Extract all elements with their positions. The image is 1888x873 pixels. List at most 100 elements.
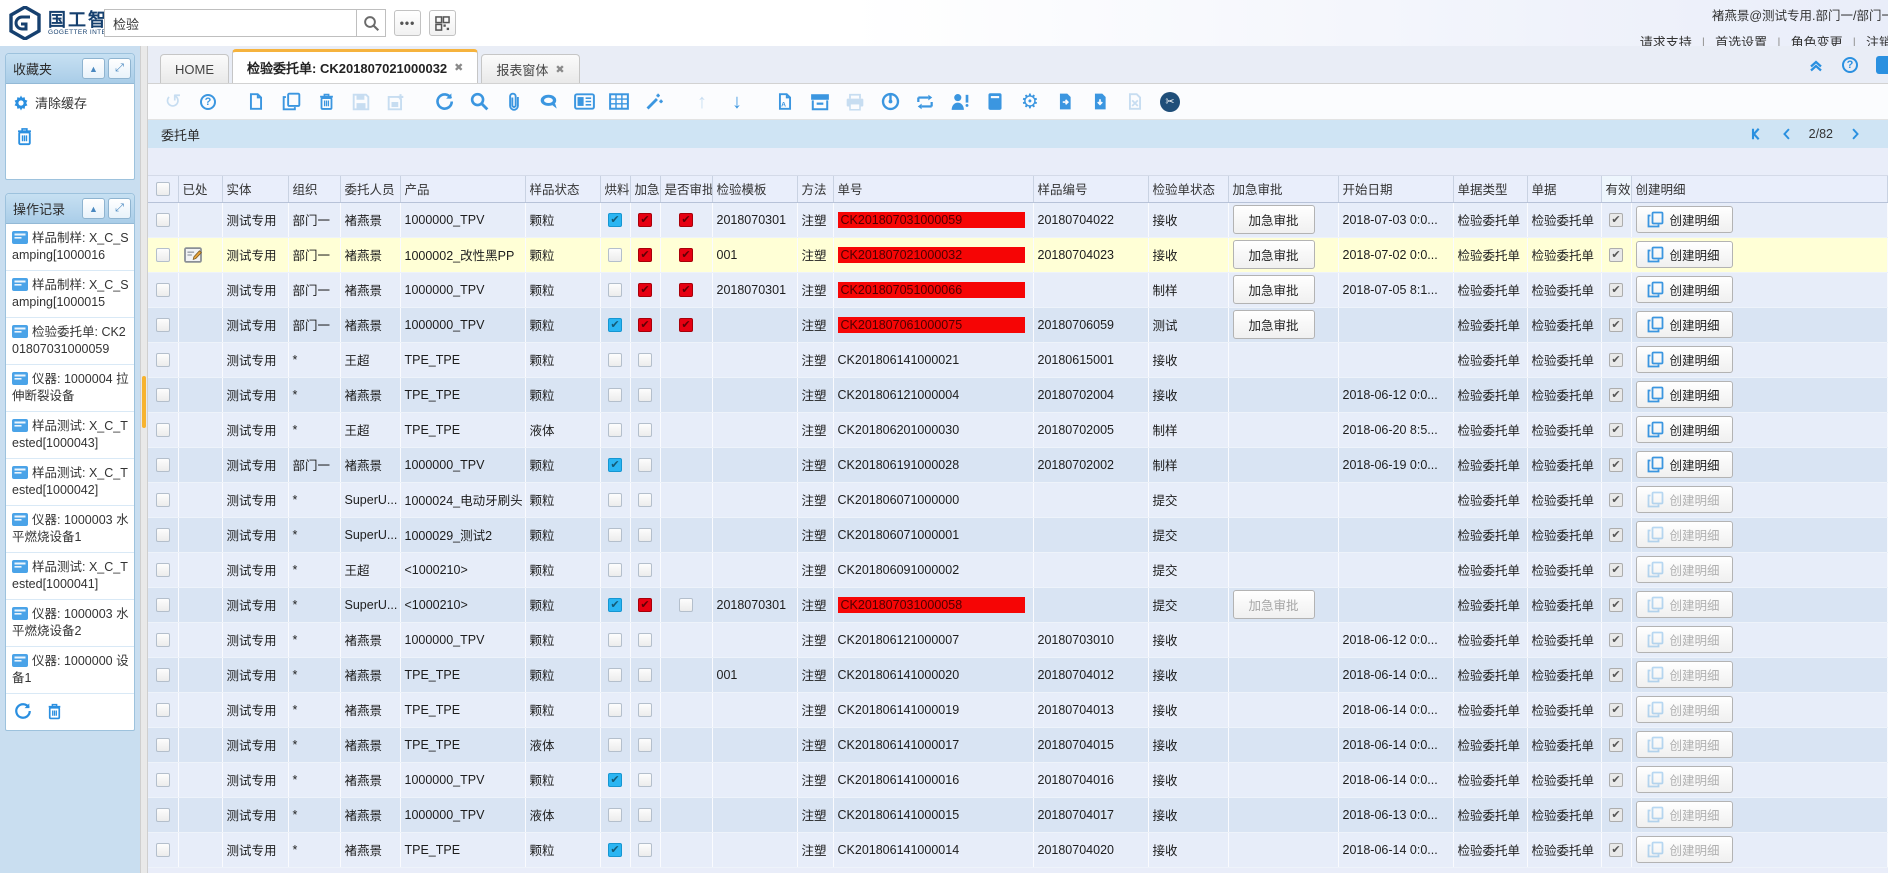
sidebar-splitter[interactable] bbox=[140, 46, 148, 873]
urgent-approve-button[interactable]: 加急审批 bbox=[1233, 275, 1315, 304]
create-detail-button[interactable]: 创建明细 bbox=[1636, 451, 1733, 478]
urgent-checkbox[interactable]: ✔ bbox=[638, 248, 652, 262]
column-header[interactable]: 加急审批 bbox=[1228, 176, 1338, 202]
column-header[interactable]: 检验单状态 bbox=[1148, 176, 1228, 202]
row-select-checkbox[interactable] bbox=[156, 493, 170, 507]
table-row[interactable]: 测试专用*褚燕景1000000_TPV液体注塑CK201806141000015… bbox=[148, 797, 1888, 832]
column-header[interactable]: 样品状态 bbox=[525, 176, 600, 202]
urgent-checkbox[interactable]: ✔ bbox=[638, 283, 652, 297]
tab-close-icon[interactable]: ✖ bbox=[555, 63, 564, 76]
valid-checkbox[interactable]: ✔ bbox=[1609, 423, 1623, 437]
settings-icon[interactable]: ⚙ bbox=[1019, 91, 1041, 113]
valid-checkbox[interactable]: ✔ bbox=[1609, 493, 1623, 507]
column-header[interactable]: 创建明细 bbox=[1631, 176, 1888, 202]
row-select-checkbox[interactable] bbox=[156, 633, 170, 647]
valid-checkbox[interactable]: ✔ bbox=[1609, 458, 1623, 472]
column-header[interactable]: 实体 bbox=[222, 176, 288, 202]
urgent-checkbox[interactable] bbox=[638, 703, 652, 717]
row-select-checkbox[interactable] bbox=[156, 808, 170, 822]
row-select-checkbox[interactable] bbox=[156, 773, 170, 787]
valid-checkbox[interactable]: ✔ bbox=[1609, 353, 1623, 367]
close-task-icon[interactable]: ✂ bbox=[1159, 91, 1181, 113]
favorites-collapse-button[interactable]: ▲ bbox=[82, 58, 105, 79]
column-header[interactable]: 产品 bbox=[400, 176, 525, 202]
bake-checkbox[interactable]: ✔ bbox=[608, 773, 622, 787]
select-all-checkbox[interactable] bbox=[156, 182, 170, 196]
bake-checkbox[interactable] bbox=[608, 283, 622, 297]
valid-checkbox[interactable]: ✔ bbox=[1609, 598, 1623, 612]
table-row[interactable]: 测试专用*SuperU...1000024_电动牙刷头颗粒注塑CK2018060… bbox=[148, 482, 1888, 517]
report-icon[interactable] bbox=[984, 91, 1006, 113]
table-row[interactable]: 测试专用*王超<1000210>颗粒注塑CK201806091000002提交检… bbox=[148, 552, 1888, 587]
row-select-checkbox[interactable] bbox=[156, 213, 170, 227]
column-header[interactable]: 方法 bbox=[797, 176, 833, 202]
bake-checkbox[interactable] bbox=[608, 423, 622, 437]
workflow-icon[interactable] bbox=[914, 91, 936, 113]
valid-checkbox[interactable]: ✔ bbox=[1609, 528, 1623, 542]
column-header[interactable]: 开始日期 bbox=[1338, 176, 1453, 202]
urgent-checkbox[interactable]: ✔ bbox=[638, 318, 652, 332]
bake-checkbox[interactable] bbox=[608, 248, 622, 262]
bake-checkbox[interactable]: ✔ bbox=[608, 318, 622, 332]
assign-icon[interactable] bbox=[949, 91, 971, 113]
row-select-checkbox[interactable] bbox=[156, 668, 170, 682]
valid-checkbox[interactable]: ✔ bbox=[1609, 773, 1623, 787]
column-header[interactable]: 烘料 bbox=[600, 176, 630, 202]
copy-icon[interactable] bbox=[280, 91, 302, 113]
table-row[interactable]: 测试专用*褚燕景TPE_TPE颗粒001注塑CK2018061410000202… bbox=[148, 657, 1888, 692]
table-row[interactable]: 测试专用部门一褚燕景1000000_TPV颗粒✔✔2018070301注塑CK2… bbox=[148, 272, 1888, 307]
bake-checkbox[interactable] bbox=[608, 388, 622, 402]
collapse-panel-icon[interactable] bbox=[1808, 57, 1824, 73]
approve-checkbox[interactable]: ✔ bbox=[679, 318, 693, 332]
urgent-approve-button[interactable]: 加急审批 bbox=[1233, 205, 1315, 234]
history-item[interactable]: 样品测试: X_C_Tested[1000043] bbox=[6, 412, 134, 459]
table-row[interactable]: 测试专用部门一褚燕景1000002_改性黑PP颗粒✔✔001注塑CK201807… bbox=[148, 237, 1888, 272]
valid-checkbox[interactable]: ✔ bbox=[1609, 843, 1623, 857]
urgent-checkbox[interactable] bbox=[638, 738, 652, 752]
column-header[interactable]: 样品编号 bbox=[1033, 176, 1148, 202]
row-select-checkbox[interactable] bbox=[156, 598, 170, 612]
valid-checkbox[interactable]: ✔ bbox=[1609, 213, 1623, 227]
history-item[interactable]: 样品制样: X_C_Samping[1000016 bbox=[6, 224, 134, 271]
history-item[interactable]: 样品测试: X_C_Tested[1000041] bbox=[6, 553, 134, 600]
row-select-checkbox[interactable] bbox=[156, 388, 170, 402]
tab-inspection-order[interactable]: 检验委托单: CK201807021000032✖ bbox=[232, 49, 478, 83]
valid-checkbox[interactable]: ✔ bbox=[1609, 703, 1623, 717]
approve-checkbox[interactable]: ✔ bbox=[679, 213, 693, 227]
table-row[interactable]: 测试专用*褚燕景TPE_TPE颗粒注塑CK2018061210000042018… bbox=[148, 377, 1888, 412]
table-row[interactable]: 测试专用部门一褚燕景1000000_TPV颗粒✔注塑CK201806191000… bbox=[148, 447, 1888, 482]
column-header[interactable]: 委托人员 bbox=[340, 176, 400, 202]
column-header[interactable]: 加急 bbox=[630, 176, 660, 202]
more-options-button[interactable]: ••• bbox=[394, 10, 421, 36]
urgent-checkbox[interactable] bbox=[638, 493, 652, 507]
valid-checkbox[interactable]: ✔ bbox=[1609, 563, 1623, 577]
bake-checkbox[interactable] bbox=[608, 703, 622, 717]
row-select-checkbox[interactable] bbox=[156, 318, 170, 332]
valid-checkbox[interactable]: ✔ bbox=[1609, 318, 1623, 332]
search-button[interactable] bbox=[356, 9, 386, 37]
table-row[interactable]: 测试专用*王超TPE_TPE液体注塑CK20180620100003020180… bbox=[148, 412, 1888, 447]
create-detail-button[interactable]: 创建明细 bbox=[1636, 241, 1733, 268]
row-select-checkbox[interactable] bbox=[156, 283, 170, 297]
table-row[interactable]: 测试专用*SuperU...<1000210>颗粒✔✔2018070301注塑C… bbox=[148, 587, 1888, 622]
export-down-icon[interactable]: ↓ bbox=[726, 91, 748, 113]
valid-checkbox[interactable]: ✔ bbox=[1609, 668, 1623, 682]
bake-checkbox[interactable] bbox=[608, 668, 622, 682]
bake-checkbox[interactable] bbox=[608, 738, 622, 752]
card-view-icon[interactable] bbox=[573, 91, 595, 113]
bake-checkbox[interactable]: ✔ bbox=[608, 213, 622, 227]
refresh-icon[interactable] bbox=[433, 91, 455, 113]
tab-close-icon[interactable]: ✖ bbox=[454, 61, 463, 74]
file-save-icon[interactable] bbox=[1089, 91, 1111, 113]
search-icon[interactable] bbox=[468, 91, 490, 113]
history-collapse-button[interactable]: ▲ bbox=[82, 198, 105, 219]
urgent-checkbox[interactable] bbox=[638, 458, 652, 472]
bake-checkbox[interactable]: ✔ bbox=[608, 598, 622, 612]
table-row[interactable]: 测试专用*褚燕景TPE_TPE液体注塑CK2018061410000172018… bbox=[148, 727, 1888, 762]
favorites-item-clear-cache[interactable]: 清除缓存 bbox=[6, 84, 134, 119]
valid-checkbox[interactable]: ✔ bbox=[1609, 283, 1623, 297]
urgent-checkbox[interactable] bbox=[638, 843, 652, 857]
apply-icon[interactable] bbox=[879, 91, 901, 113]
prev-page-icon[interactable] bbox=[1780, 127, 1793, 141]
urgent-checkbox[interactable] bbox=[638, 528, 652, 542]
